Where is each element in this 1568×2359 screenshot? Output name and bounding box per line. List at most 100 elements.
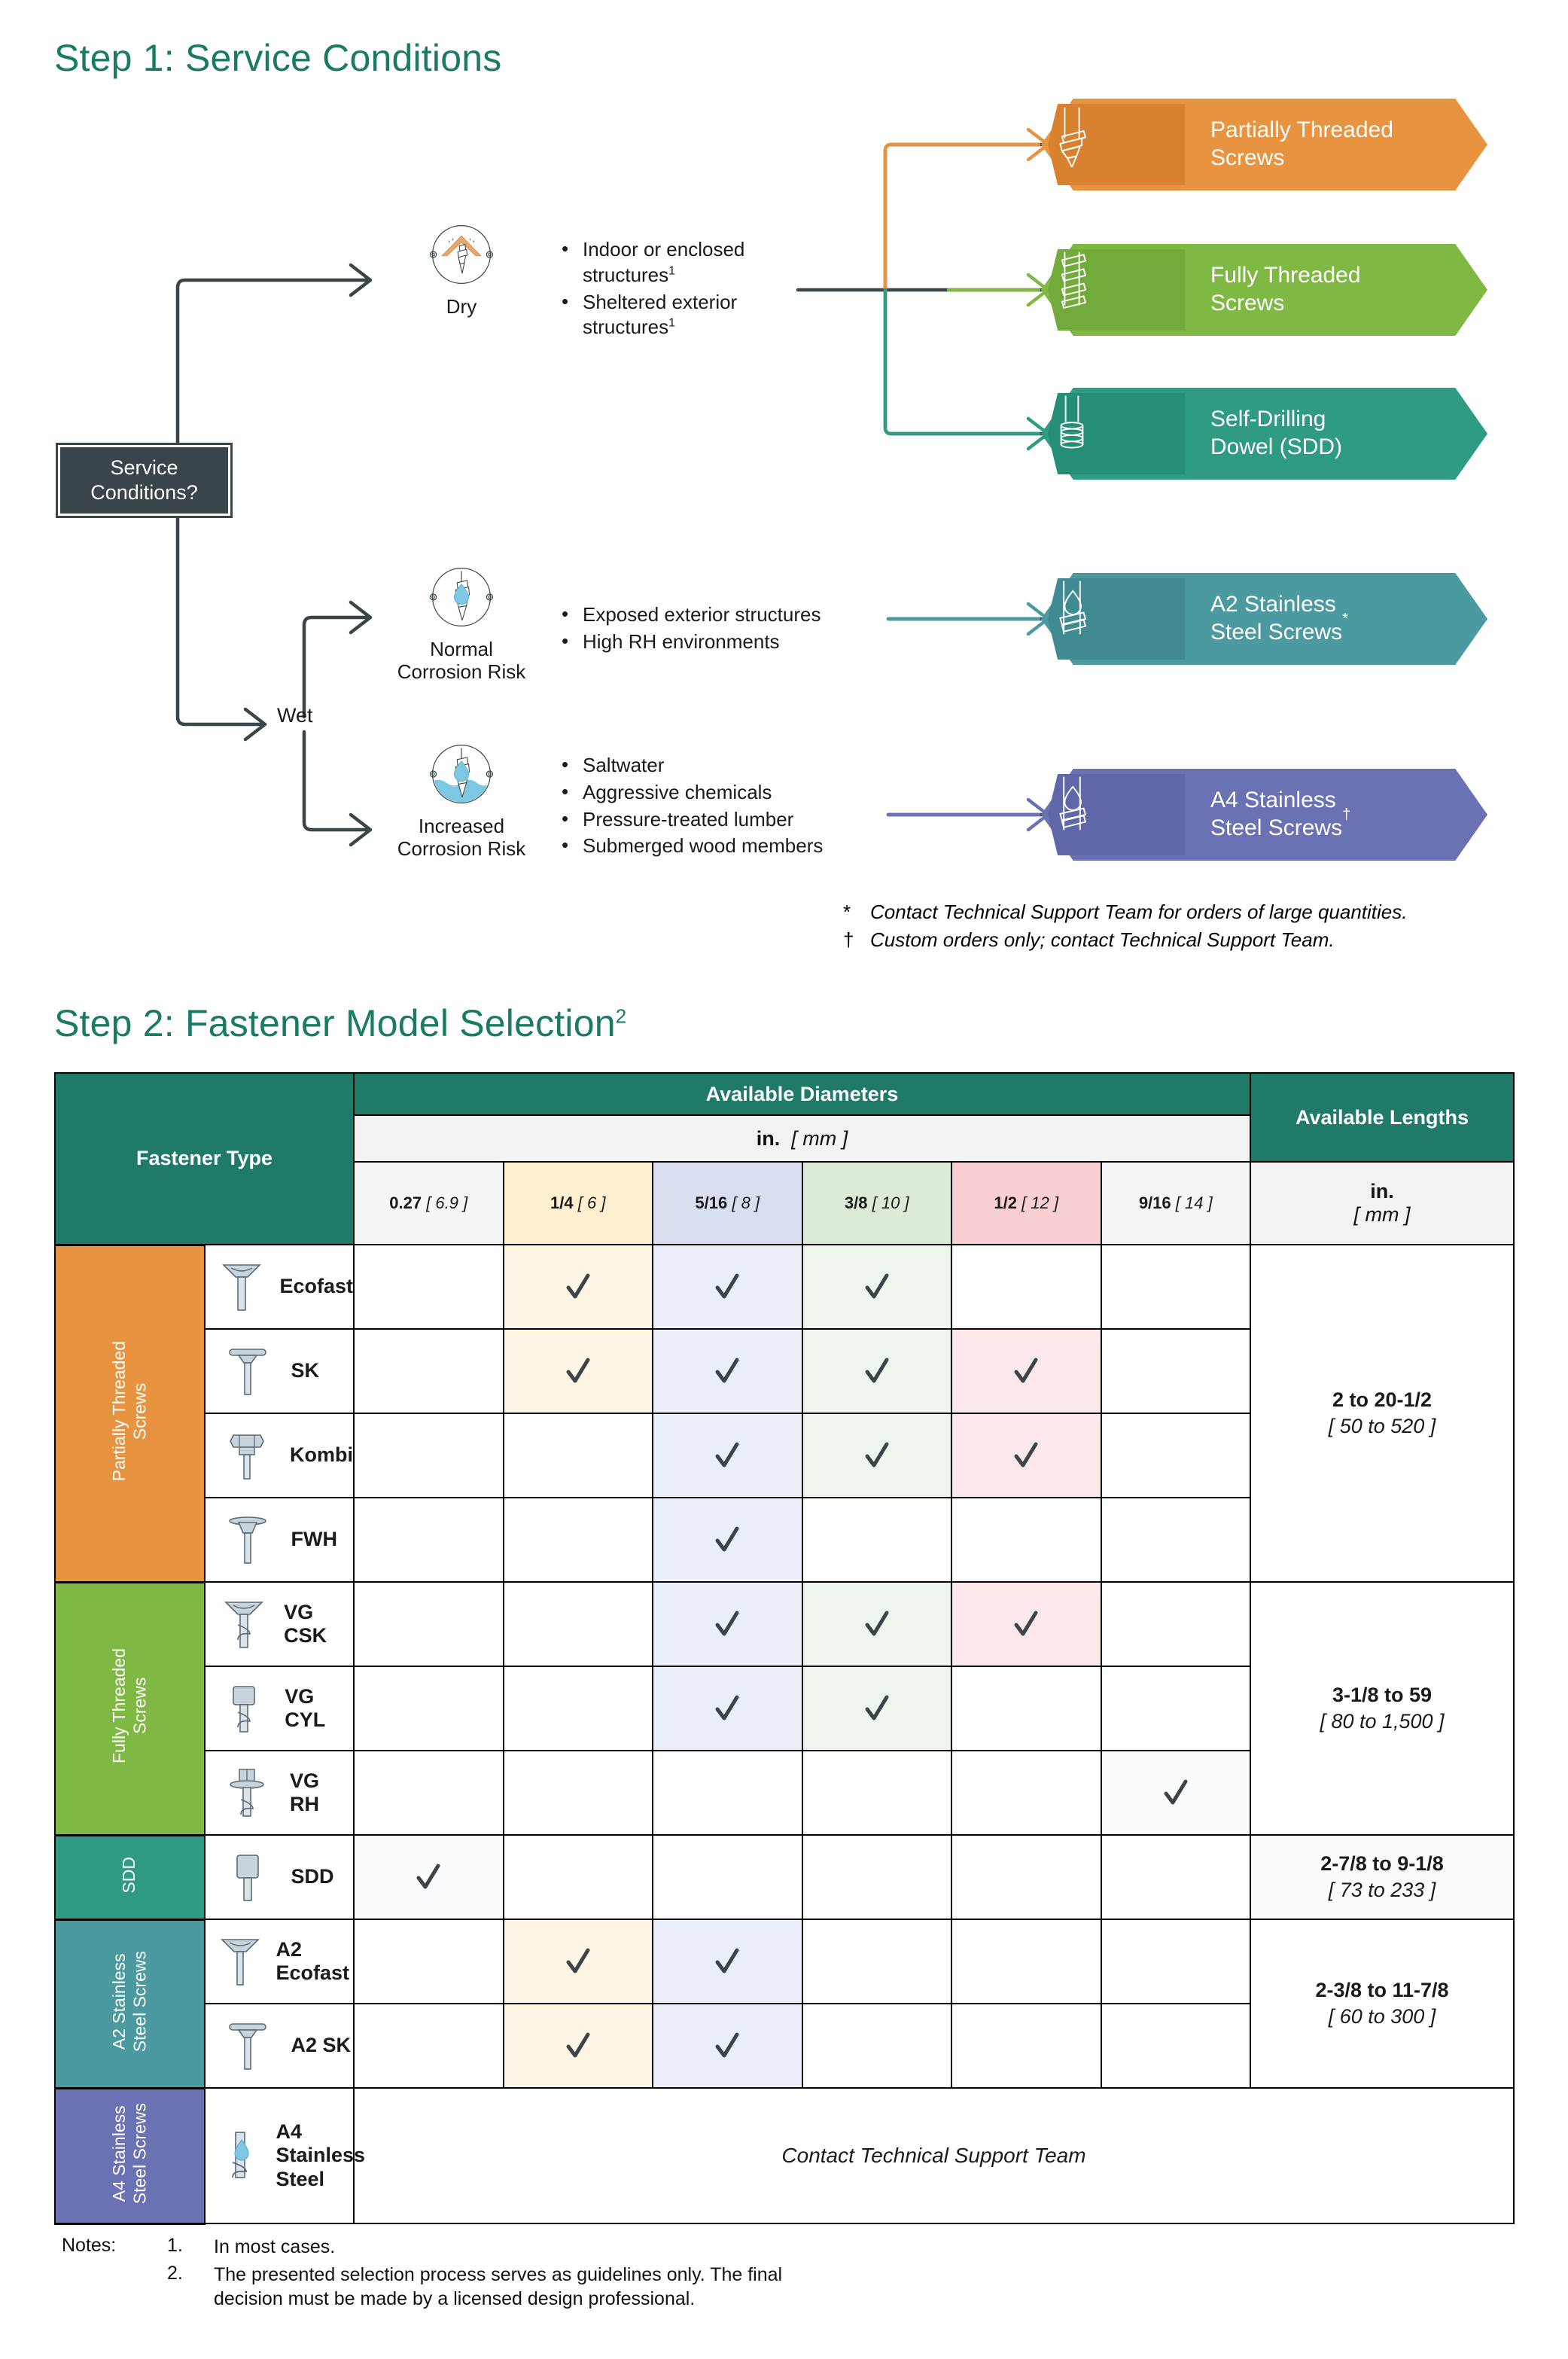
check-cell [801,1328,952,1414]
table-row: A2 Stainless Steel Screws A2 Ecofast 2-3/8… [54,1918,1515,2089]
a4-stainless-screw-icon [1059,776,1086,831]
fastener-name-cell: VG CYL [203,1666,355,1751]
check-cell [801,1666,952,1751]
fastener-name: Kombi [290,1443,353,1467]
header-available-lengths: Available Lengths [1250,1072,1515,1163]
outcome-self-drilling-dowel[interactable]: Self-Drilling Dowel (SDD) [1041,388,1487,480]
check-cell [1100,1919,1251,2004]
condition-node-normal: Normal Corrosion Risk [382,561,540,683]
bullet-list-normal: Exposed exterior structures High RH envi… [557,602,873,657]
check-cell [652,1328,803,1414]
notes-label: Notes: [62,2235,117,2256]
list-item: High RH environments [557,629,873,655]
category-label: A2 Stainless Steel Screws [108,1950,150,2053]
check-cell [652,1497,803,1583]
fully-threaded-screw-icon [1061,251,1086,309]
check-cell [1100,1328,1251,1414]
vg-countersunk-screw-icon [216,1598,272,1650]
countersunk-screw-icon [216,1260,268,1313]
a2-stainless-screw-icon [1059,581,1086,635]
flat-head-screw-icon [216,1345,279,1397]
contact-support-cell: Contact Technical Support Team [353,2087,1515,2224]
check-cell [502,1413,653,1498]
checkmark-icon [715,1948,739,1973]
outcome-partially-threaded-screws[interactable]: Partially Threaded Screws [1041,99,1487,190]
fastener-name: A4 Stainless Steel [276,2120,366,2190]
check-cell [801,1919,952,2004]
check-cell [353,1750,504,1836]
list-item: Indoor or enclosed structures1 [557,236,783,288]
footnote-mark: † [843,928,854,951]
outcome-fully-threaded-screws[interactable]: Fully Threaded Screws [1041,244,1487,336]
check-cell [353,1834,504,1920]
flowchart-footnotes: * Contact Technical Support Team for ord… [843,901,1407,956]
available-length-cell-fully-threaded: 3-1/8 to 59 [ 80 to 1,500 ] [1250,1581,1515,1836]
check-cell [951,2003,1102,2089]
check-cell [1100,1581,1251,1667]
check-cell [951,1666,1102,1751]
notes-row: 2. The presented selection process serve… [62,2263,816,2311]
list-item: Saltwater [557,752,873,779]
fastener-name: VG RH [290,1769,320,1815]
checkmark-icon [715,1273,739,1299]
outcome-label: Self-Drilling Dowel (SDD) [1210,407,1343,459]
check-cell [652,1834,803,1920]
check-cell [1100,1666,1251,1751]
available-length-cell-partially-threaded: 2 to 20-1/2 [ 50 to 520 ] [1250,1244,1515,1583]
length-mm: [ 80 to 1,500 ] [1320,1710,1445,1733]
check-cell [1100,1413,1251,1498]
outcome-a2-stainless-steel-screws[interactable]: A2 Stainless Steel Screws * [1041,573,1487,665]
category-cell-fully-threaded: Fully Threaded Screws [54,1580,206,1836]
list-item: Pressure-treated lumber [557,806,873,833]
table-row: A4 Stainless Steel Screws A4 Stainless St… [54,2086,1515,2225]
available-length-cell-sdd: 2-7/8 to 9-1/8 [ 73 to 233 ] [1250,1834,1515,1920]
step2-heading: Step 2: Fastener Model Selection2 [54,1002,627,1044]
checkmark-icon [715,1611,739,1636]
fastener-selection-table: Fastener Type Available Diameters Availa… [54,1072,1515,2225]
category-cell-partially-threaded: Partially Threaded Screws [54,1243,206,1583]
check-cell [951,1497,1102,1583]
fastener-name: VG CSK [284,1600,327,1647]
fastener-name-cell: Kombi [203,1413,355,1498]
check-cell [951,1328,1102,1414]
check-cell [353,1919,504,2004]
check-cell [353,1497,504,1583]
category-label: Partially Threaded Screws [108,1340,150,1482]
a2-countersunk-screw-icon [216,1935,264,1988]
check-cell [801,1413,952,1498]
available-length-cell-a2-stainless: 2-3/8 to 11-7/8 [ 60 to 300 ] [1250,1919,1515,2089]
category-label: SDD [119,1856,139,1894]
checkmark-icon [566,1358,590,1383]
fastener-name: FWH [291,1528,337,1551]
checkmark-icon [715,1526,739,1552]
checkmark-icon [865,1442,889,1468]
check-cell [353,1666,504,1751]
check-cell [951,1750,1102,1836]
hex-head-screw-icon [216,1429,279,1482]
checkmark-icon [1014,1358,1038,1383]
category-label: A4 Stainless Steel Screws [108,2102,150,2205]
condition-node-increased: Increased Corrosion Risk [382,738,540,860]
table-header: Fastener Type Available Diameters Availa… [54,1072,1515,1245]
check-cell [801,1497,952,1583]
check-cell [801,1244,952,1330]
check-cell [801,1750,952,1836]
outcome-label: Fully Threaded Screws [1210,263,1361,315]
header-diameter-1-4: 1/4 [ 6 ] [502,1161,653,1245]
vg-round-head-screw-icon [216,1766,279,1819]
list-item: Submerged wood members [557,833,873,859]
check-cell [652,1244,803,1330]
footnote-text: Contact Technical Support Team for order… [870,901,1408,923]
check-cell [353,1581,504,1667]
check-cell [353,2003,504,2089]
header-length-units: in. [ mm ] [1250,1161,1515,1245]
footnote-text: Custom orders only; contact Technical Su… [870,928,1335,951]
washer-head-screw-icon [216,1513,279,1566]
outcome-a4-stainless-steel-screws[interactable]: A4 Stainless Steel Screws † [1041,769,1487,861]
bullet-list-increased: Saltwater Aggressive chemicals Pressure-… [557,752,873,861]
category-cell-a2-stainless: A2 Stainless Steel Screws [54,1918,206,2089]
check-cell [502,1328,653,1414]
header-diameter-0-27: 0.27 [ 6.9 ] [353,1161,504,1245]
footnote-row: † Custom orders only; contact Technical … [843,928,1407,952]
checkmark-icon [566,1948,590,1973]
